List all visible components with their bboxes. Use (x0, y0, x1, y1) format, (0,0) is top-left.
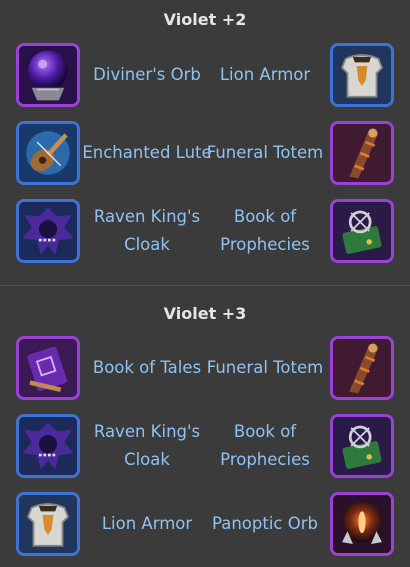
item-name-left[interactable]: Book of Tales (82, 336, 212, 400)
section-violet-plus-3: Violet +3 Book of Tales Funeral Totem Ra… (0, 285, 410, 567)
lion-armor-icon[interactable] (16, 492, 80, 556)
item-name-right[interactable]: Funeral Totem (200, 121, 330, 185)
lion-armor-icon[interactable] (330, 43, 394, 107)
section-title: Violet +3 (163, 304, 247, 323)
item-name-left[interactable]: Raven King's Cloak (82, 414, 212, 478)
item-row: Lion Armor Panoptic Orb (0, 492, 410, 560)
panoptic-orb-icon[interactable] (330, 492, 394, 556)
item-name-right[interactable]: Funeral Totem (200, 336, 330, 400)
diviners-orb-icon[interactable] (16, 43, 80, 107)
enchanted-lute-icon[interactable] (16, 121, 80, 185)
section-violet-plus-2: Violet +2 Diviner's Orb Lion Armor Encha… (0, 0, 410, 285)
book-of-prophecies-icon[interactable] (330, 414, 394, 478)
item-name-right[interactable]: Book of Prophecies (200, 414, 330, 478)
item-name-left[interactable]: Raven King's Cloak (82, 199, 212, 263)
item-name-left[interactable]: Diviner's Orb (82, 43, 212, 107)
item-row: Raven King's Cloak Book of Prophecies (0, 414, 410, 482)
item-name-left[interactable]: Lion Armor (82, 492, 212, 556)
item-name-right[interactable]: Panoptic Orb (200, 492, 330, 556)
item-row: Enchanted Lute Funeral Totem (0, 121, 410, 189)
item-row: Diviner's Orb Lion Armor (0, 43, 410, 111)
funeral-totem-icon[interactable] (330, 336, 394, 400)
raven-kings-cloak-icon[interactable] (16, 199, 80, 263)
book-of-prophecies-icon[interactable] (330, 199, 394, 263)
item-name-right[interactable]: Book of Prophecies (200, 199, 330, 263)
funeral-totem-icon[interactable] (330, 121, 394, 185)
item-name-right[interactable]: Lion Armor (200, 43, 330, 107)
raven-kings-cloak-icon[interactable] (16, 414, 80, 478)
book-of-tales-icon[interactable] (16, 336, 80, 400)
item-row: Raven King's Cloak Book of Prophecies (0, 199, 410, 267)
section-title: Violet +2 (163, 10, 247, 29)
item-name-left[interactable]: Enchanted Lute (82, 121, 212, 185)
item-row: Book of Tales Funeral Totem (0, 336, 410, 404)
